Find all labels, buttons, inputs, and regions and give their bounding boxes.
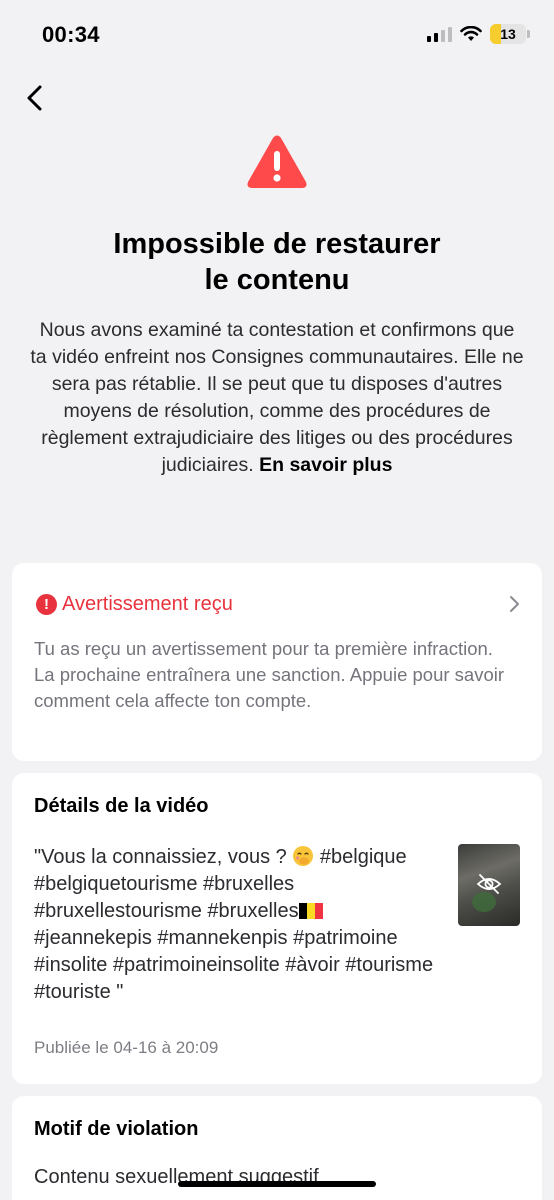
warning-row[interactable]: ! Avertissement reçu	[36, 589, 522, 619]
status-bar: 00:34 13	[0, 0, 554, 72]
eye-slash-icon	[476, 874, 502, 894]
page-title: Impossible de restaurer le contenu	[40, 226, 514, 298]
violation-heading: Motif de violation	[34, 1118, 199, 1140]
home-indicator[interactable]	[178, 1181, 376, 1187]
exclamation-icon: !	[36, 593, 57, 615]
chevron-right-icon	[510, 596, 519, 612]
battery-level: 13	[500, 26, 516, 42]
cellular-signal-icon	[427, 26, 452, 42]
learn-more-link[interactable]: En savoir plus	[259, 454, 392, 476]
back-button[interactable]	[18, 82, 50, 114]
battery-icon: 13	[490, 24, 526, 44]
video-date: Publiée le 04-16 à 20:09	[34, 1038, 219, 1057]
warning-description: Tu as reçu un avertissement pour ta prem…	[34, 638, 505, 711]
face-with-hand-over-mouth-icon	[293, 846, 314, 866]
page-description: Nous avons examiné ta contestation et co…	[30, 317, 524, 479]
warning-label: Avertissement reçu	[62, 592, 233, 615]
video-caption: "Vous la connaissiez, vous ? #belgique #…	[34, 846, 434, 1003]
wifi-icon	[460, 26, 482, 41]
status-time: 00:34	[42, 22, 100, 47]
warning-card[interactable]: ! Avertissement reçu Tu as reçu un avert…	[12, 563, 542, 761]
chevron-left-icon	[27, 85, 42, 111]
video-details-card: Détails de la vidéo "Vous la connaissiez…	[12, 773, 542, 1084]
warning-triangle-icon	[247, 135, 307, 188]
description-text: Nous avons examiné ta contestation et co…	[30, 319, 524, 476]
video-details-heading: Détails de la vidéo	[34, 795, 209, 817]
page-title-line1: Impossible de restaurer	[113, 228, 441, 260]
status-icons: 13	[427, 24, 530, 44]
belgium-flag-icon	[298, 903, 323, 919]
page-title-line2: le contenu	[204, 264, 350, 296]
video-thumbnail[interactable]	[458, 844, 520, 926]
